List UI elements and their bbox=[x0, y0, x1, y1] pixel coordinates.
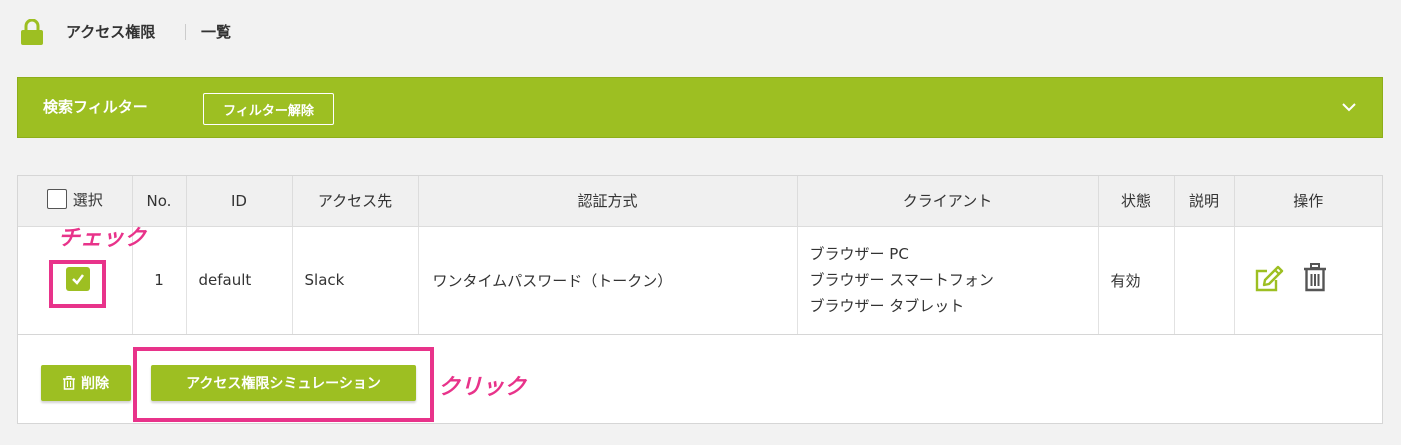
access-permission-panel: 選択 No. ID アクセス先 認証方式 クライアント 状態 説明 操作 1 d… bbox=[17, 175, 1383, 424]
select-all-checkbox[interactable] bbox=[46, 189, 67, 209]
lock-icon bbox=[21, 19, 43, 45]
client-item: ブラウザー タブレット bbox=[809, 297, 965, 315]
trash-icon bbox=[63, 376, 75, 390]
trash-icon[interactable] bbox=[1303, 263, 1327, 293]
check-annotation: チェック bbox=[58, 226, 147, 251]
page-title: アクセス権限 bbox=[66, 23, 156, 41]
page-subtitle: 一覧 bbox=[201, 23, 232, 41]
row-clients: ブラウザー PC ブラウザー スマートフォン ブラウザー タブレット bbox=[797, 226, 1099, 335]
header-select: 選択 bbox=[18, 176, 133, 227]
row-description bbox=[1174, 226, 1235, 335]
delete-button[interactable]: 削除 bbox=[41, 365, 131, 401]
header-actions: 操作 bbox=[1234, 176, 1382, 227]
click-annotation: クリック bbox=[438, 375, 527, 400]
client-item: ブラウザー PC bbox=[809, 245, 909, 263]
title-divider bbox=[185, 24, 186, 40]
header-client: クライアント bbox=[797, 176, 1099, 227]
simulation-highlight-box bbox=[133, 347, 434, 422]
row-target: Slack bbox=[292, 226, 419, 335]
access-permission-table: 選択 No. ID アクセス先 認証方式 クライアント 状態 説明 操作 1 d… bbox=[18, 176, 1382, 335]
filter-label: 検索フィルター bbox=[43, 98, 148, 116]
row-status: 有効 bbox=[1098, 226, 1175, 335]
client-item: ブラウザー スマートフォン bbox=[809, 271, 994, 289]
row-auth: ワンタイムパスワード（トークン） bbox=[418, 226, 798, 335]
delete-button-label: 削除 bbox=[81, 376, 109, 392]
header-description: 説明 bbox=[1174, 176, 1235, 227]
header-no: No. bbox=[132, 176, 187, 227]
table-row: 1 default Slack ワンタイムパスワード（トークン） ブラウザー P… bbox=[18, 226, 1382, 335]
chevron-down-icon[interactable] bbox=[1340, 98, 1358, 116]
header-auth: 認証方式 bbox=[418, 176, 798, 227]
edit-icon[interactable] bbox=[1254, 264, 1284, 294]
row-checkbox[interactable] bbox=[66, 267, 90, 291]
header-id: ID bbox=[186, 176, 293, 227]
checkmark-icon bbox=[72, 274, 84, 285]
header-target: アクセス先 bbox=[292, 176, 419, 227]
table-header-row: 選択 No. ID アクセス先 認証方式 クライアント 状態 説明 操作 bbox=[18, 176, 1382, 227]
header-status: 状態 bbox=[1098, 176, 1175, 227]
filter-clear-button[interactable]: フィルター解除 bbox=[203, 93, 334, 125]
search-filter-bar[interactable]: 検索フィルター フィルター解除 bbox=[17, 77, 1383, 138]
row-id: default bbox=[186, 226, 293, 335]
header-select-label: 選択 bbox=[72, 190, 103, 209]
